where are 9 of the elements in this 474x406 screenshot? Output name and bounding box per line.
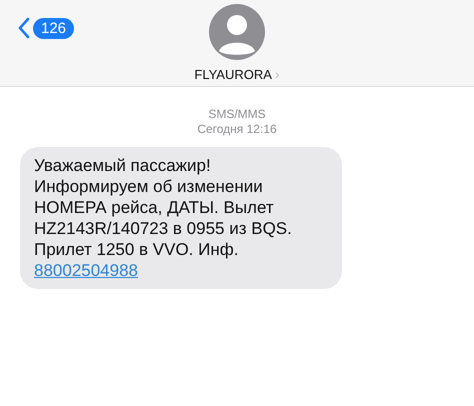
service-label: SMS/MMS	[208, 107, 266, 122]
contact-name[interactable]: FLYAURORA	[194, 66, 272, 82]
phone-link[interactable]: 88002504988	[34, 261, 138, 280]
back-button[interactable]: 126	[18, 17, 74, 39]
avatar-icon[interactable]	[208, 4, 265, 60]
message-timestamp: Сегодня 12:16	[197, 122, 277, 137]
back-chevron-icon	[18, 17, 30, 39]
unread-count-badge: 126	[33, 18, 74, 38]
message-text: Уважаемый пассажир! Информируем об изменении НОМЕРА рейса, ДАТЫ. Вылет HZ2143R/140723 в 0955 из BQS. Прилет 1250 в VVO. Инф. 88002504988	[34, 155, 293, 281]
